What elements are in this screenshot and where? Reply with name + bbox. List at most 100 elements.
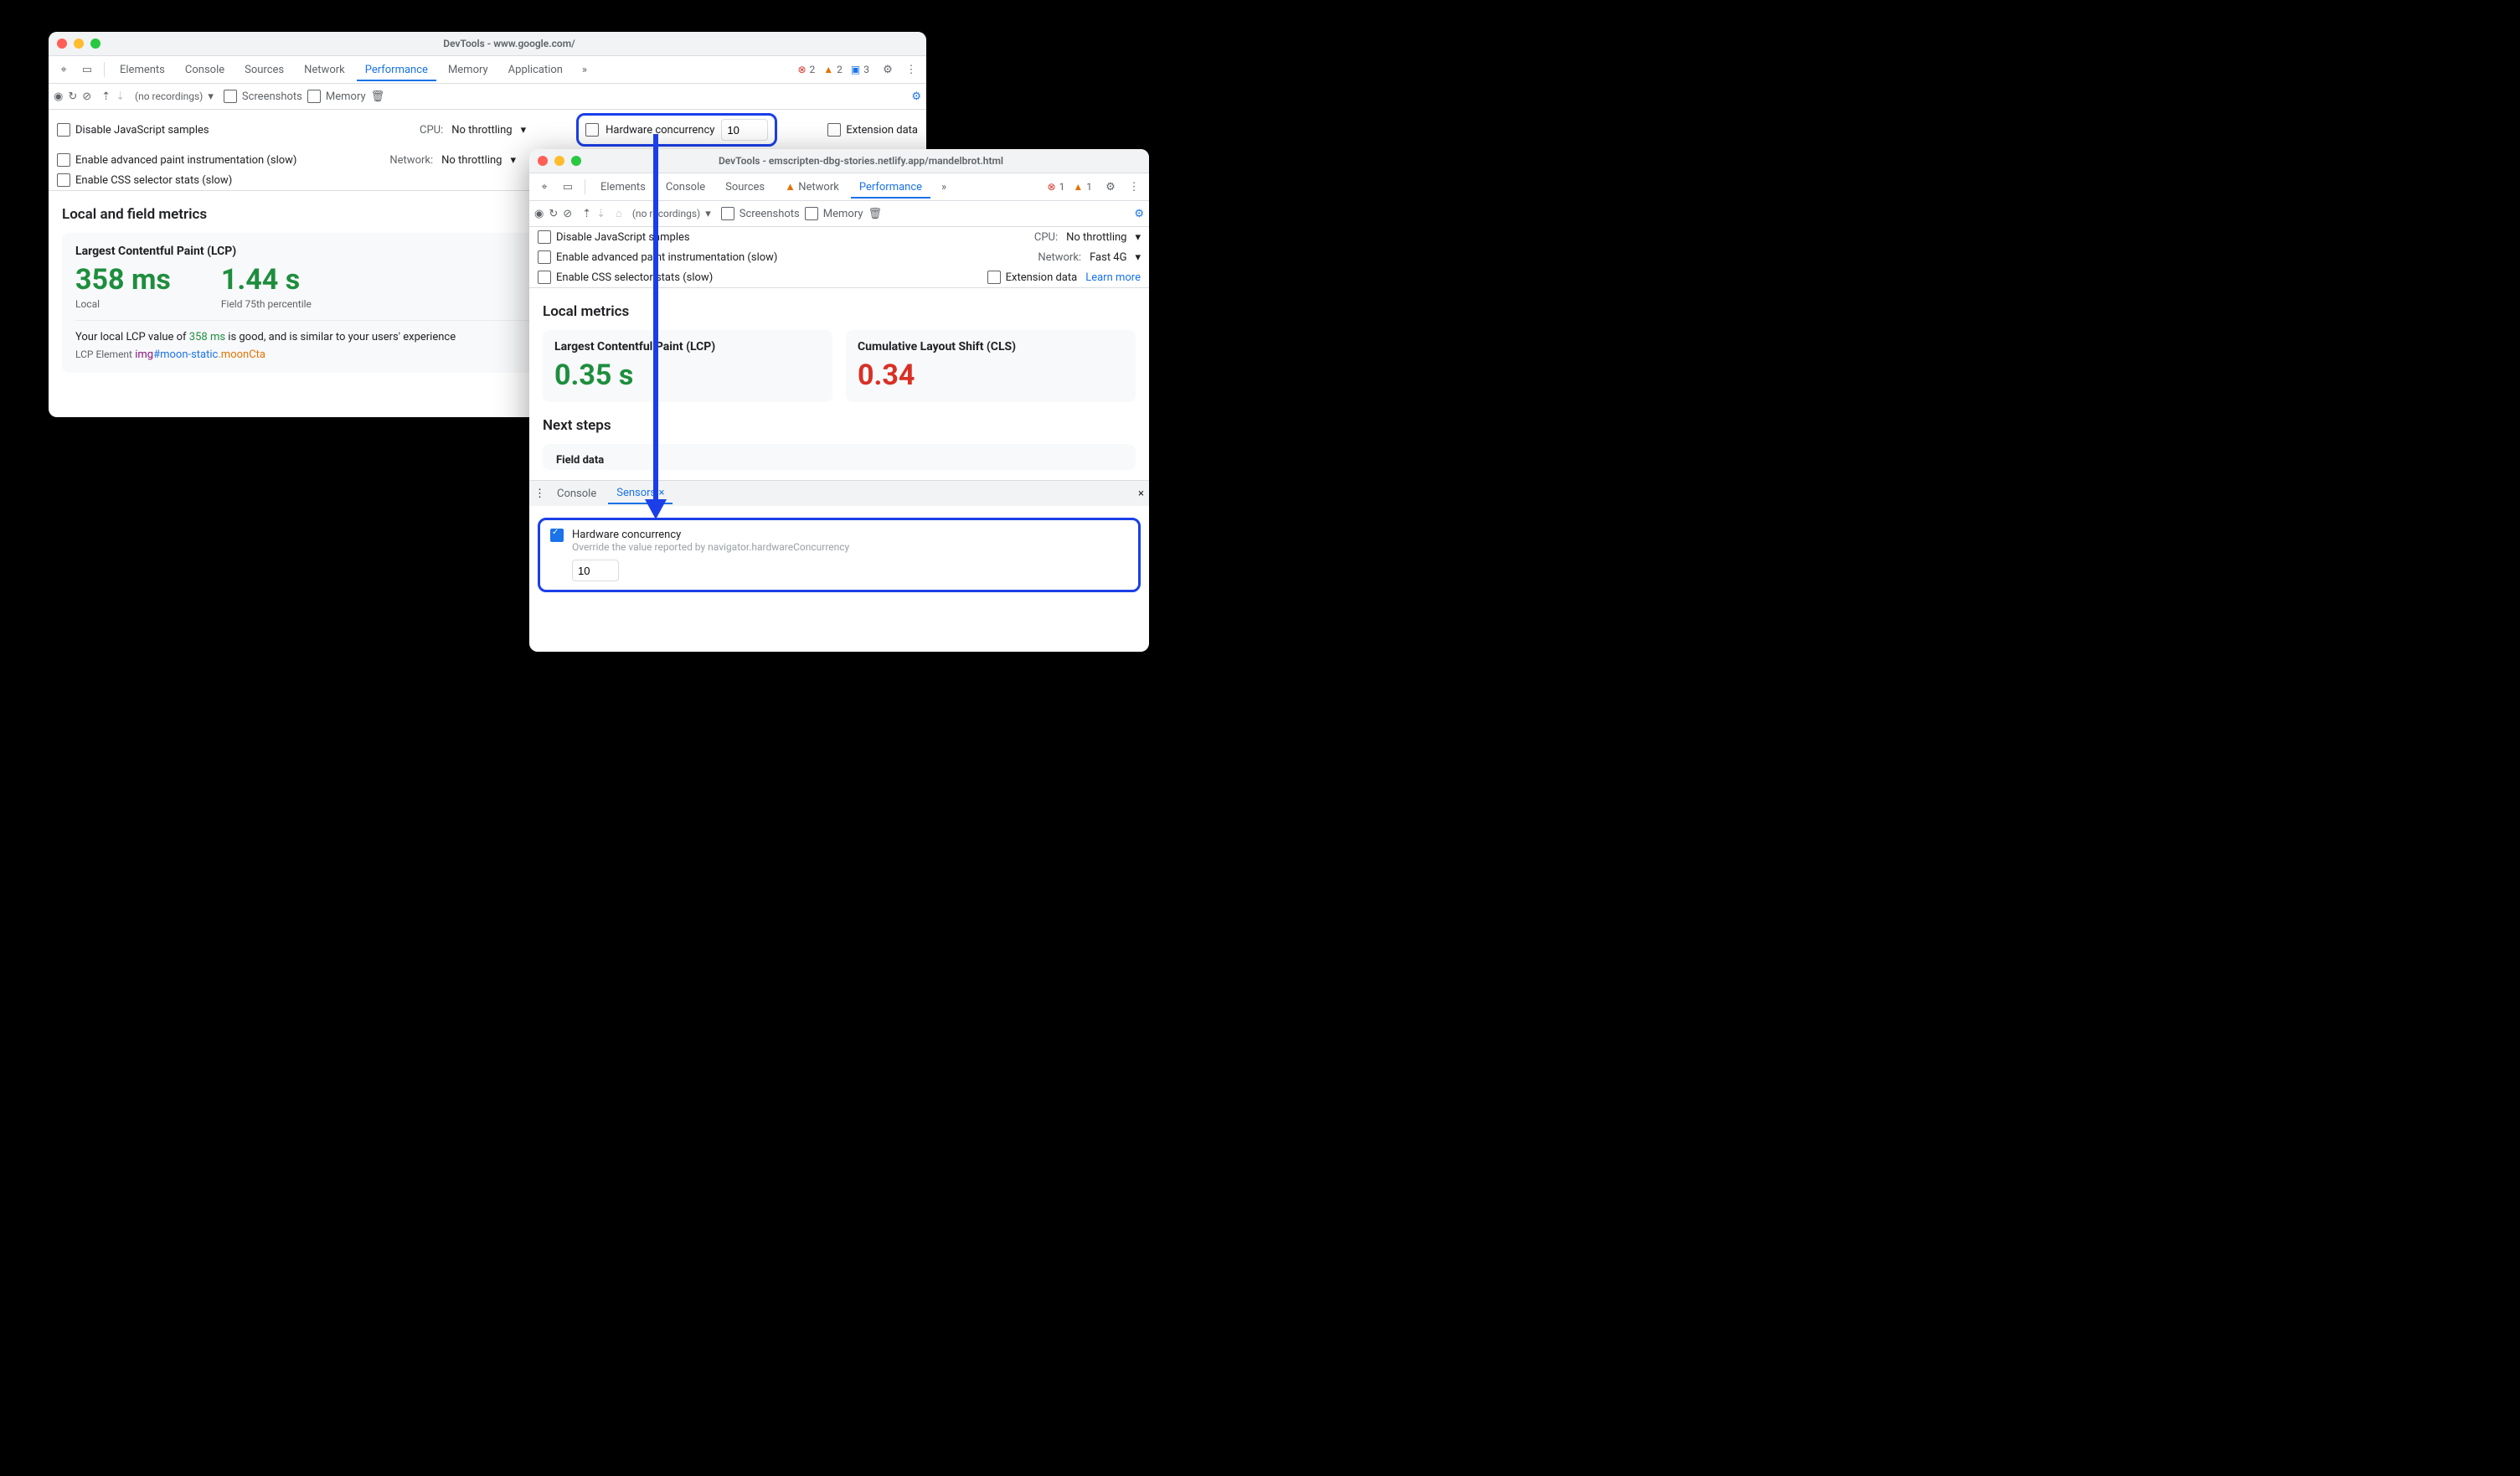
record-icon[interactable]: ◉ [54,90,63,103]
local-metrics-heading: Local metrics [543,303,1136,320]
kebab-icon[interactable]: ⋮ [901,59,921,80]
close-icon[interactable] [57,39,67,49]
upload-icon[interactable]: ⇡ [101,90,111,103]
cpu-select[interactable]: No throttling [451,124,512,137]
close-icon[interactable] [538,156,548,166]
reload-icon[interactable]: ↻ [549,208,558,220]
home-icon[interactable]: ⌂ [616,207,622,220]
css-label: Enable CSS selector stats (slow) [556,271,713,284]
screenshots-checkbox[interactable] [224,90,237,103]
close-tab-icon[interactable]: × [659,487,665,499]
css-checkbox[interactable] [538,271,551,284]
recordings-label[interactable]: (no recordings) [632,208,700,219]
settings-gear-icon[interactable]: ⚙ [1134,208,1144,220]
gear-icon[interactable]: ⚙ [1100,177,1121,197]
tab-network[interactable]: Network [296,59,353,81]
disable-js-label: Disable JavaScript samples [556,231,690,244]
cls-card: Cumulative Layout Shift (CLS) 0.34 [846,330,1136,402]
hw-input[interactable] [721,119,768,141]
chevron-down-icon[interactable]: ▾ [208,90,214,103]
inspect-icon[interactable]: ⌖ [54,59,74,80]
cpu-select[interactable]: No throttling [1066,231,1126,244]
field-data-heading: Field data [556,454,1122,467]
memory-checkbox[interactable] [805,207,818,220]
device-icon[interactable]: ▭ [558,177,578,197]
more-tabs-icon[interactable]: » [575,59,595,80]
sensors-hw-checkbox[interactable] [550,529,564,542]
info-badge[interactable]: ▣3 [851,64,869,75]
ext-checkbox[interactable] [827,123,841,137]
tab-application[interactable]: Application [500,59,571,81]
tab-network[interactable]: ▲ Network [776,175,848,199]
chevron-down-icon[interactable]: ▾ [521,124,527,137]
chevron-down-icon[interactable]: ▾ [1135,251,1141,264]
lcp-element-selector[interactable]: img#moon-static.moonCta [135,348,265,361]
chevron-down-icon[interactable]: ▾ [1135,231,1141,244]
kebab-icon[interactable]: ⋮ [1124,177,1144,197]
maximize-icon[interactable] [571,156,581,166]
minimize-icon[interactable] [74,39,84,49]
trash-icon[interactable]: 🗑 [868,208,883,220]
paint-checkbox[interactable] [538,250,551,264]
settings-gear-icon[interactable]: ⚙ [911,90,921,103]
tab-performance[interactable]: Performance [357,59,436,81]
chevron-down-icon[interactable]: ▾ [705,208,711,220]
hw-checkbox[interactable] [585,123,599,137]
tab-sources[interactable]: Sources [717,176,773,199]
lcp-local-value: 358 ms [75,263,171,297]
network-label: Network: [1038,251,1081,264]
window-title: DevTools - emscripten-dbg-stories.netlif… [581,155,1141,167]
more-tabs-icon[interactable]: » [934,177,954,197]
warning-badge[interactable]: ▲2 [823,64,843,75]
kebab-icon[interactable]: ⋮ [534,488,545,500]
gear-icon[interactable]: ⚙ [878,59,898,80]
download-icon[interactable]: ⇣ [116,90,125,103]
tab-elements[interactable]: Elements [111,59,173,81]
device-icon[interactable]: ▭ [77,59,97,80]
sensors-hw-input[interactable] [572,560,619,581]
recordings-label[interactable]: (no recordings) [135,90,203,102]
ext-checkbox[interactable] [987,271,1001,284]
warning-badge[interactable]: ▲1 [1073,181,1092,193]
close-drawer-icon[interactable]: × [1138,488,1144,500]
clear-icon[interactable]: ⊘ [563,208,572,220]
cls-value: 0.34 [858,359,1124,392]
upload-icon[interactable]: ⇡ [582,208,591,220]
record-icon[interactable]: ◉ [534,208,544,220]
disable-js-checkbox[interactable] [538,230,551,244]
network-select[interactable]: No throttling [441,154,502,167]
memory-label: Memory [823,208,863,220]
lcp-local-sub: Local [75,298,171,310]
download-icon[interactable]: ⇣ [596,208,606,220]
hw-label: Hardware concurrency [606,124,714,137]
chevron-down-icon[interactable]: ▾ [510,154,516,167]
inspect-icon[interactable]: ⌖ [534,177,554,197]
drawer: ⋮ Console Sensors × × Hardware concurren… [529,480,1149,604]
cls-title: Cumulative Layout Shift (CLS) [858,340,1124,354]
minimize-icon[interactable] [554,156,564,166]
paint-label: Enable advanced paint instrumentation (s… [75,154,296,167]
screenshots-label: Screenshots [242,90,302,103]
disable-js-checkbox[interactable] [57,123,70,137]
tab-console[interactable]: Console [657,176,714,199]
clear-icon[interactable]: ⊘ [82,90,91,103]
learn-more-link[interactable]: Learn more [1085,271,1141,284]
maximize-icon[interactable] [90,39,100,49]
tab-sources[interactable]: Sources [236,59,292,81]
css-checkbox[interactable] [57,173,70,187]
tab-memory[interactable]: Memory [440,59,497,81]
error-badge[interactable]: ⊗2 [797,64,815,75]
network-label: Network: [389,154,433,167]
tab-console[interactable]: Console [177,59,233,81]
screenshots-checkbox[interactable] [721,207,734,220]
trash-icon[interactable]: 🗑 [371,90,385,103]
paint-checkbox[interactable] [57,153,70,167]
error-badge[interactable]: ⊗1 [1048,181,1065,193]
reload-icon[interactable]: ↻ [68,90,77,103]
memory-checkbox[interactable] [307,90,321,103]
tab-performance[interactable]: Performance [851,176,930,199]
drawer-tab-sensors[interactable]: Sensors × [608,483,673,504]
drawer-tab-console[interactable]: Console [549,484,605,503]
network-select[interactable]: Fast 4G [1090,251,1126,264]
tab-elements[interactable]: Elements [592,176,654,199]
